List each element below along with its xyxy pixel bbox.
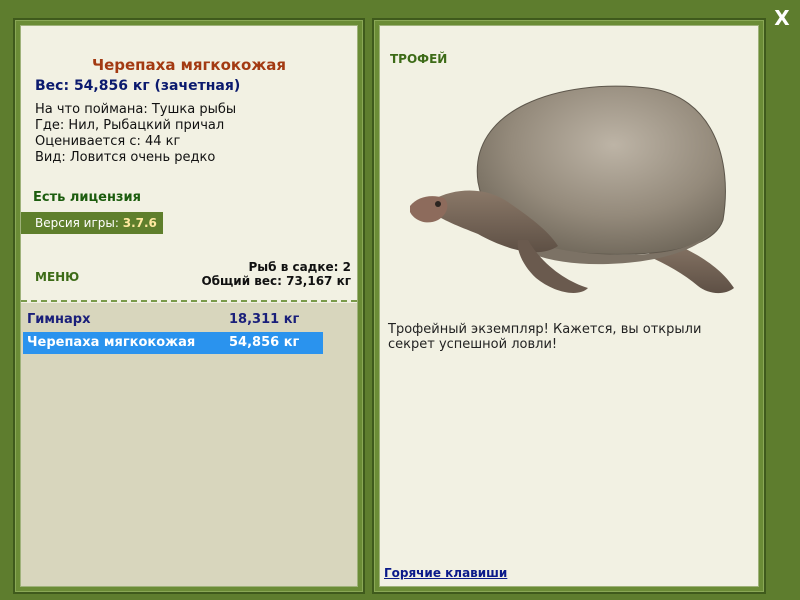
location-info: Где: Нил, Рыбацкий причал [35,118,225,133]
fish-info-frame: Черепаха мягкокожая Вес: 54,856 кг (заче… [13,18,365,594]
catch-name: Гимнарх [27,312,91,327]
close-icon[interactable]: X [770,6,794,30]
bait-info: На что поймана: Тушка рыбы [35,102,237,117]
trophy-description: Трофейный экземпляр! Кажется, вы открыли… [388,322,702,352]
trophy-label: ТРОФЕЙ [390,52,448,66]
catch-row-gymnarchus[interactable]: Гимнарх 18,311 кг [23,309,323,331]
keepnet-total-weight: Общий вес: 73,167 кг [201,274,351,288]
hotkeys-link[interactable]: Горячие клавиши [384,566,507,580]
game-version-bar: Версия игры: 3.7.6 [21,212,163,234]
rarity-info: Вид: Ловится очень редко [35,150,216,165]
valued-from-info: Оценивается с: 44 кг [35,134,181,149]
catch-row-softshell-turtle[interactable]: Черепаха мягкокожая 54,856 кг [23,332,323,354]
catch-name: Черепаха мягкокожая [27,335,196,350]
keepnet-stats: Рыб в садке: 2 Общий вес: 73,167 кг [201,260,351,288]
keepnet-count: Рыб в садке: 2 [248,260,352,274]
catch-weight: 18,311 кг [229,312,300,327]
catch-list: Гимнарх 18,311 кг Черепаха мягкокожая 54… [21,303,357,586]
fish-weight: Вес: 54,856 кг (зачетная) [35,78,241,94]
version-label: Версия игры: [35,216,119,230]
catch-weight: 54,856 кг [229,335,300,350]
fish-info-panel: Черепаха мягкокожая Вес: 54,856 кг (заче… [20,25,358,587]
trophy-frame: ТРОФЕЙ Трофейный экземпляр! Кажется, вы … [372,18,766,594]
license-status: Есть лицензия [33,190,141,205]
menu-button[interactable]: МЕНЮ [35,270,79,284]
turtle-image [410,85,734,294]
divider [21,300,357,302]
fish-details: На что поймана: Тушка рыбы Где: Нил, Рыб… [35,102,236,166]
fish-title: Черепаха мягкокожая [91,56,287,74]
version-value: 3.7.6 [122,216,157,230]
trophy-panel: ТРОФЕЙ Трофейный экземпляр! Кажется, вы … [379,25,759,587]
